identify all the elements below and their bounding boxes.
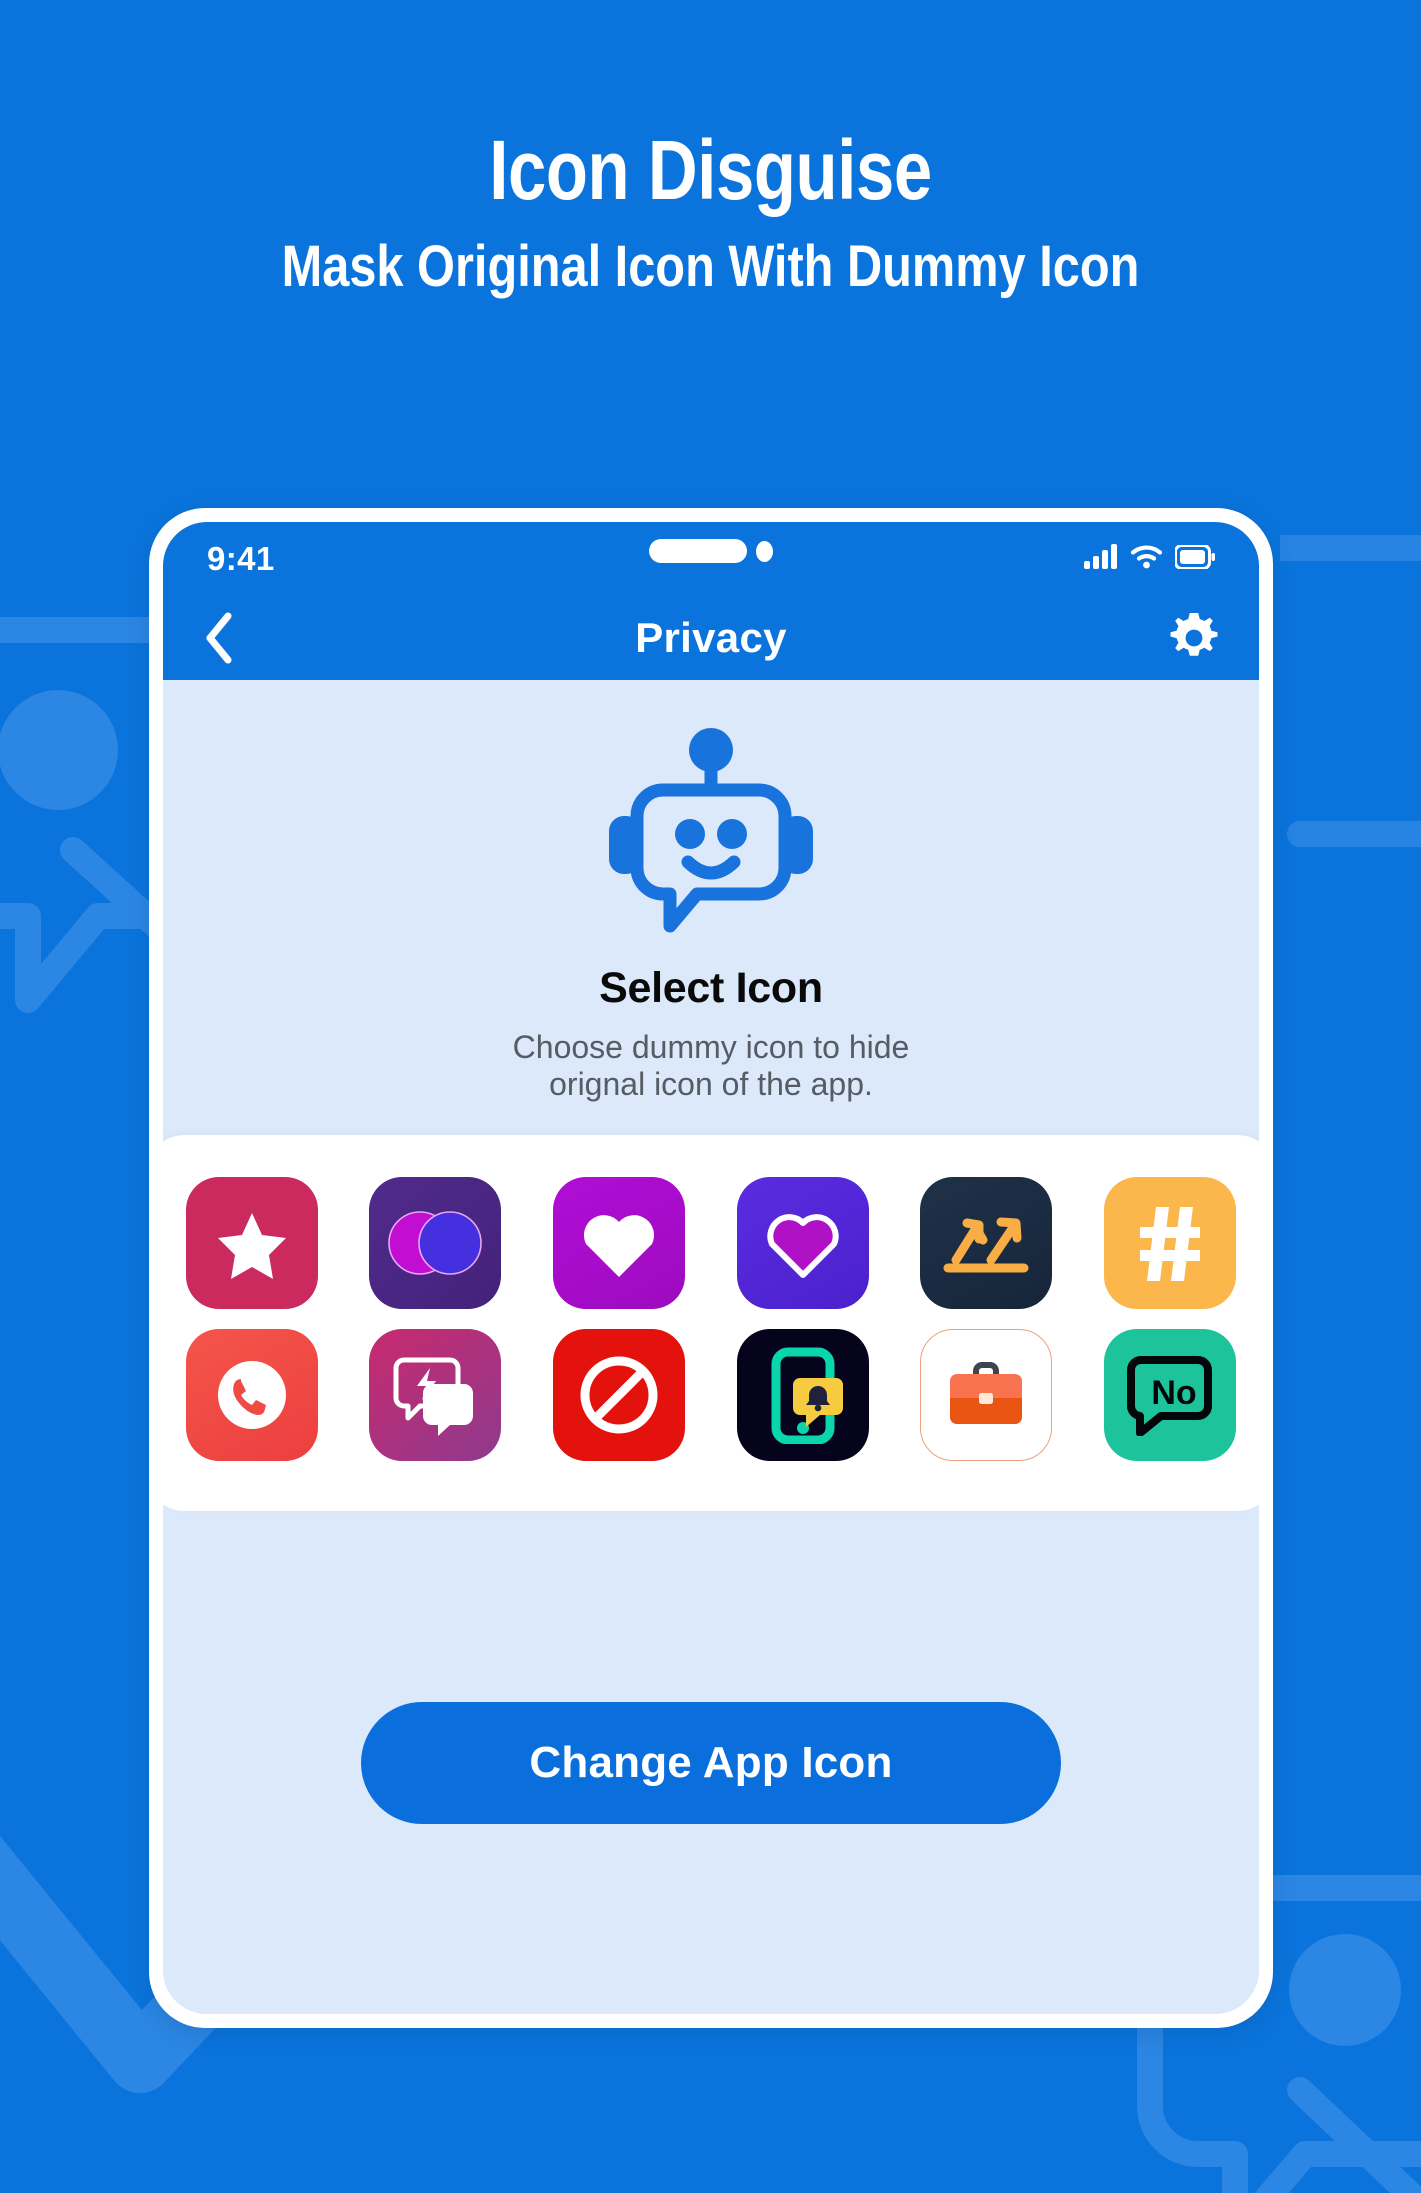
- phone-icon: [217, 1361, 286, 1430]
- settings-button[interactable]: [1169, 613, 1219, 663]
- app-nav-bar: Privacy: [163, 596, 1259, 680]
- dynamic-island-notch: [649, 539, 773, 563]
- footer-section: Change App Icon: [163, 1511, 1259, 2014]
- status-bar-indicators: [1084, 543, 1215, 574]
- hero-section: Select Icon Choose dummy icon to hide or…: [163, 680, 1259, 1158]
- nav-bar-title: Privacy: [635, 614, 787, 661]
- overlapping-circles-icon: [388, 1211, 483, 1276]
- hashtag-icon-option[interactable]: [1104, 1177, 1237, 1310]
- promo-screenshot: Icon Disguise Mask Original Icon With Du…: [0, 0, 1421, 2193]
- status-bar: 9:41: [163, 522, 1259, 596]
- overlapping-circles-icon-option[interactable]: [369, 1177, 502, 1310]
- briefcase-icon: [950, 1362, 1023, 1425]
- notch-pill: [649, 539, 747, 563]
- change-app-icon-button[interactable]: Change App Icon: [361, 1701, 1061, 1824]
- heart-outline-icon-option[interactable]: [736, 1177, 869, 1310]
- growth-arrows-icon-option[interactable]: [920, 1177, 1053, 1310]
- battery-icon: [1174, 543, 1215, 574]
- briefcase-icon-option[interactable]: [920, 1329, 1053, 1462]
- hero-description-line-1: Choose dummy icon to hide: [512, 1029, 910, 1065]
- no-message-icon-option[interactable]: No: [1104, 1329, 1237, 1462]
- page-subtitle: Mask Original Icon With Dummy Icon: [281, 234, 1140, 299]
- block-prohibited-icon-option[interactable]: [553, 1329, 686, 1462]
- page-title: Icon Disguise: [489, 123, 932, 217]
- heart-outline-icon: [767, 1214, 839, 1279]
- icon-picker-sheet: No: [163, 1135, 1259, 1512]
- block-icon: [580, 1356, 658, 1434]
- heart-solid-icon: [584, 1215, 655, 1278]
- status-bar-time: 9:41: [207, 540, 275, 577]
- cellular-signal-icon: [1084, 544, 1118, 574]
- promo-headline-group: Icon Disguise Mask Original Icon With Du…: [0, 128, 1421, 296]
- star-icon: [217, 1213, 286, 1280]
- hero-title: Select Icon: [599, 964, 823, 1012]
- front-camera-icon: [756, 540, 773, 562]
- no-message-bubble-icon: No: [1127, 1356, 1213, 1437]
- back-button[interactable]: [203, 612, 233, 664]
- hero-description: Choose dummy icon to hide orignal icon o…: [163, 1029, 1259, 1103]
- phone-bell-icon: [771, 1347, 843, 1445]
- chevron-left-icon: [203, 612, 233, 667]
- wifi-icon: [1130, 544, 1163, 574]
- gear-icon: [1169, 613, 1219, 666]
- phone-notification-icon-option[interactable]: [736, 1329, 869, 1462]
- robot-chat-bot-icon: [163, 726, 1259, 942]
- phone-call-icon-option[interactable]: [185, 1329, 318, 1462]
- chat-bolt-icon-option[interactable]: [369, 1329, 502, 1462]
- background-watermark-bubble-right: [1280, 520, 1421, 940]
- hashtag-icon: [1140, 1207, 1201, 1282]
- growth-arrows-icon: [943, 1217, 1029, 1273]
- heart-filled-icon-option[interactable]: [553, 1177, 686, 1310]
- hero-description-line-2: orignal icon of the app.: [549, 1066, 873, 1103]
- no-label: No: [1151, 1374, 1196, 1412]
- phone-mockup: 9:41 Privacy Select Icon Choose dummy ic…: [149, 508, 1273, 2028]
- star-icon-option[interactable]: [185, 1177, 318, 1310]
- phone-screen: 9:41 Privacy Select Icon Choose dummy ic…: [163, 522, 1259, 2014]
- icon-grid: No: [163, 1177, 1259, 1462]
- chat-bolt-icon: [393, 1357, 474, 1437]
